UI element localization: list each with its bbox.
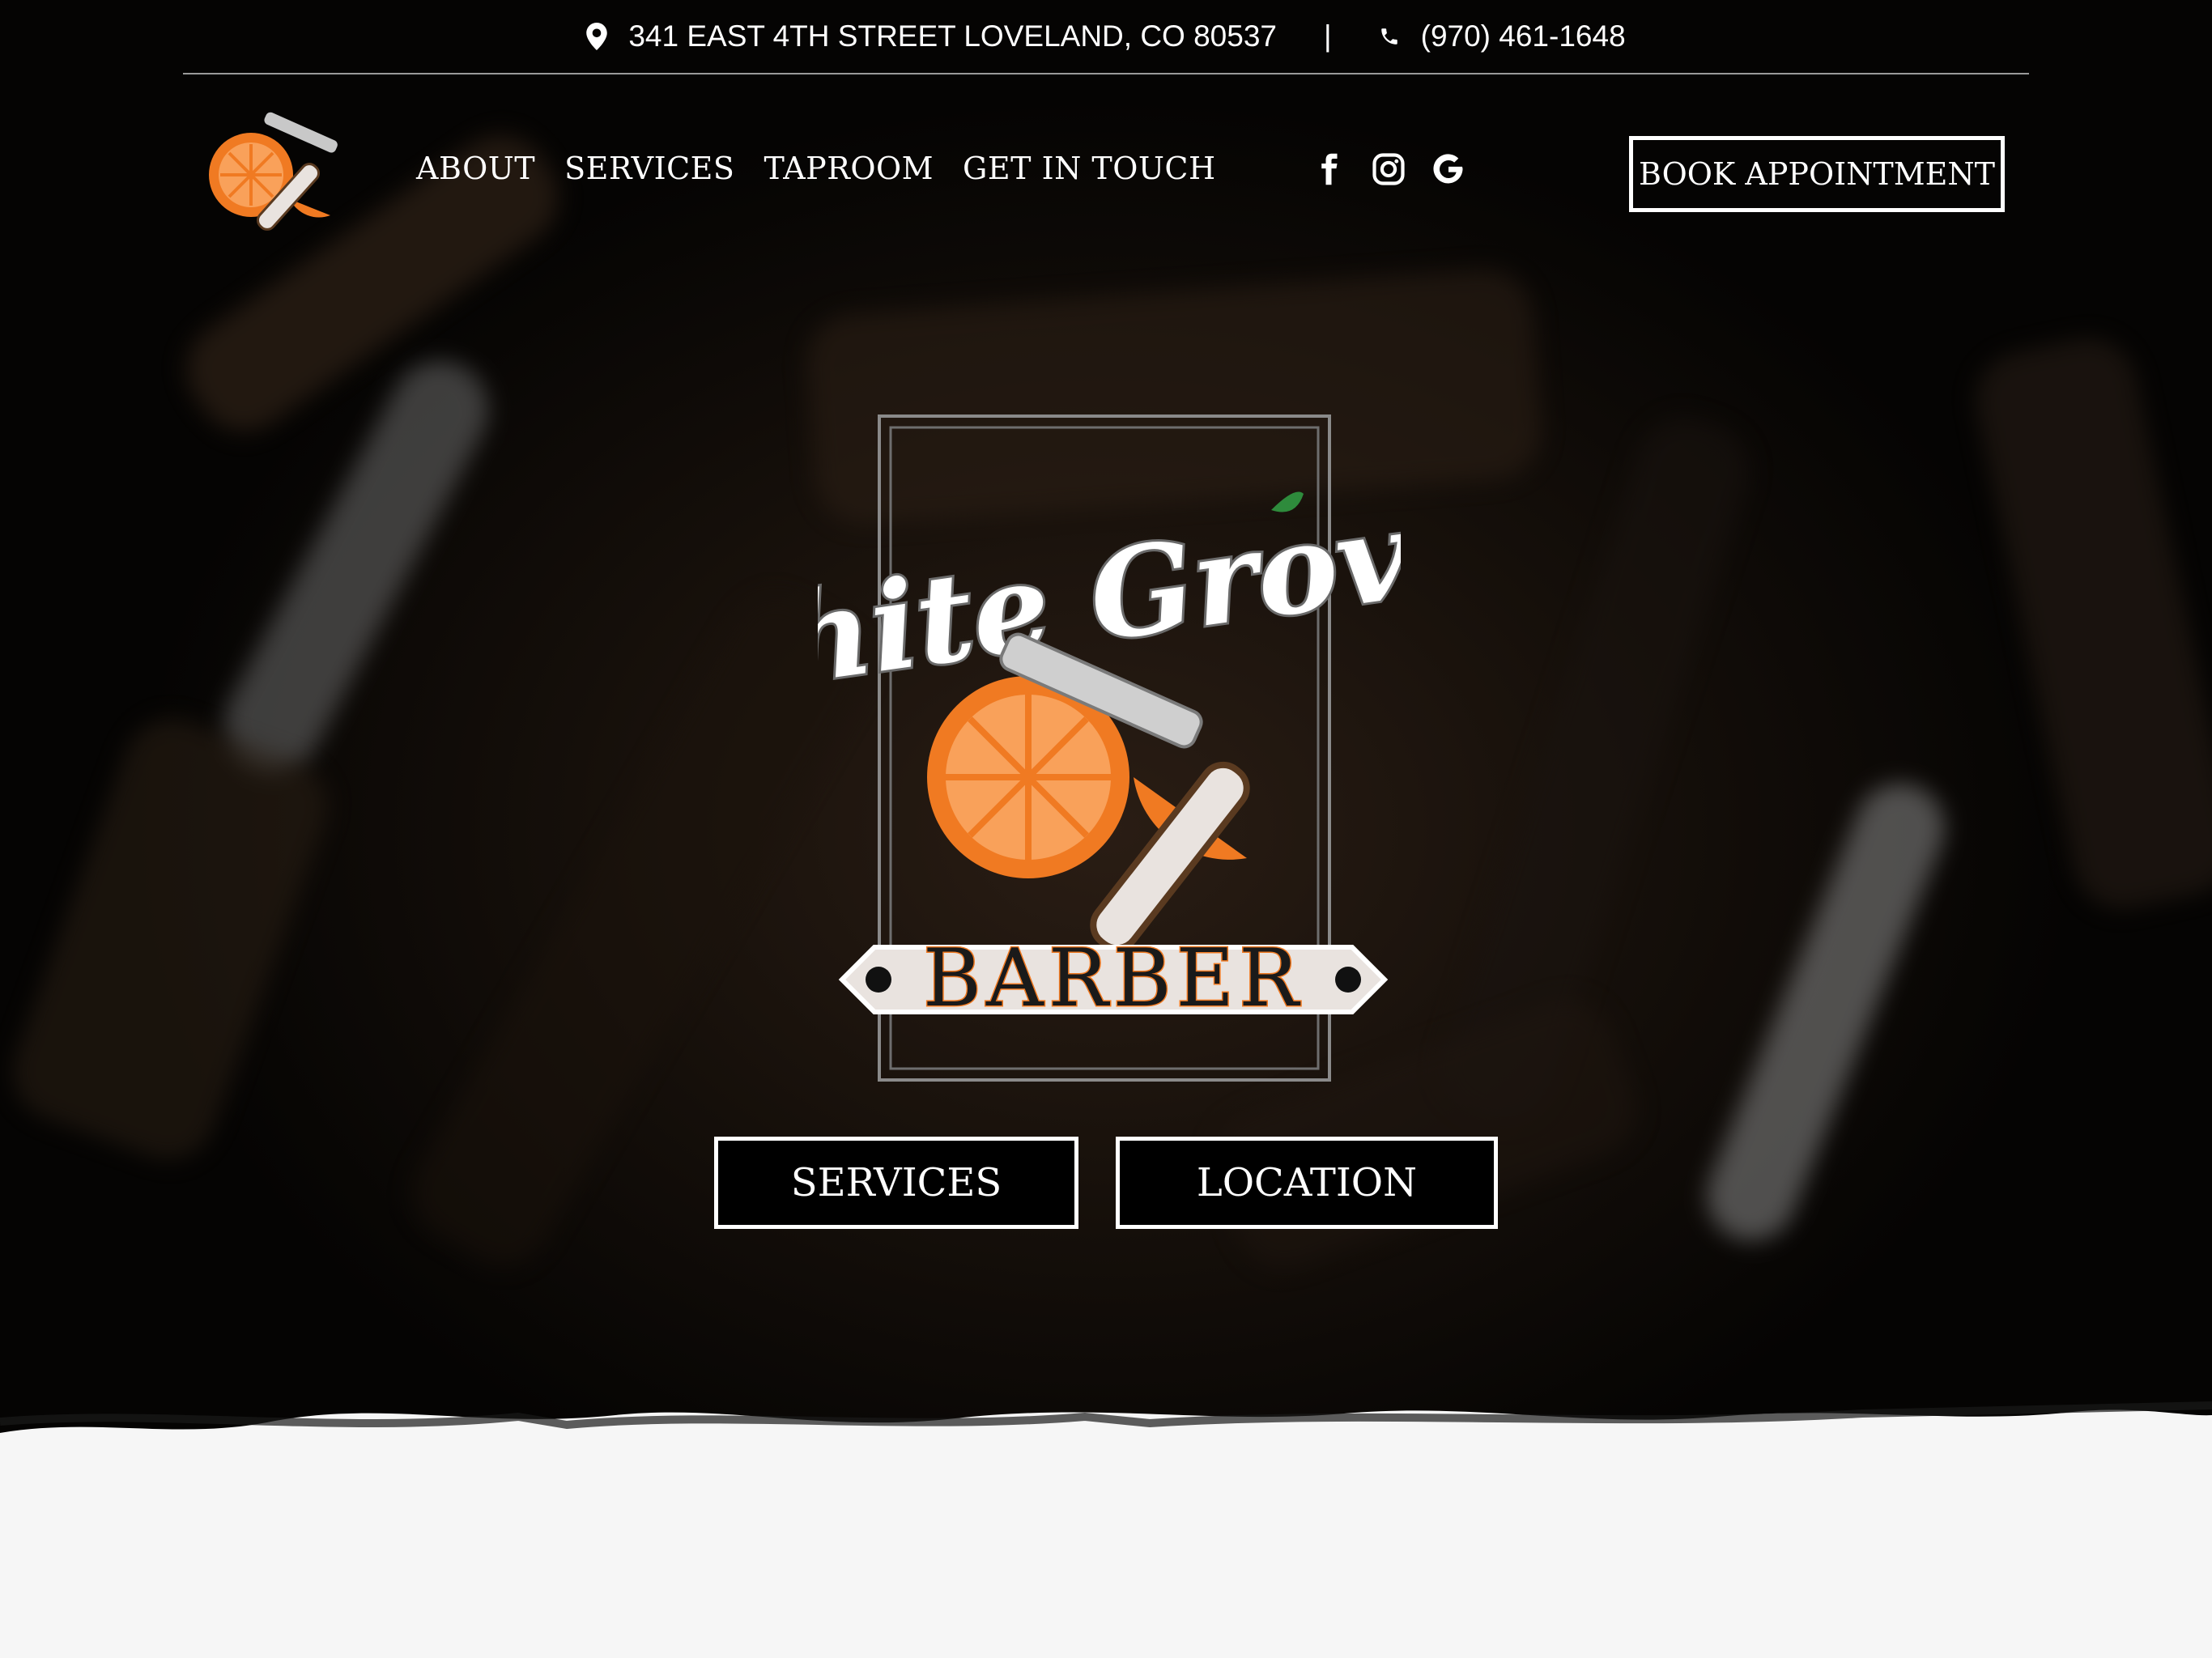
contact-separator: |: [1324, 19, 1332, 53]
google-icon[interactable]: [1431, 152, 1465, 186]
social-links: [1312, 152, 1465, 186]
facebook-icon[interactable]: [1312, 152, 1346, 186]
address-text: 341 EAST 4TH STREET LOVELAND, CO 80537: [628, 19, 1277, 53]
phone-item[interactable]: (970) 461-1648: [1379, 19, 1626, 53]
book-appointment-button[interactable]: BOOK APPOINTMENT: [1629, 136, 2005, 212]
address-item[interactable]: 341 EAST 4TH STREET LOVELAND, CO 80537: [586, 19, 1277, 53]
phone-text: (970) 461-1648: [1420, 19, 1626, 53]
location-button[interactable]: LOCATION: [1116, 1137, 1498, 1229]
nav-about[interactable]: ABOUT: [416, 151, 535, 186]
map-pin-icon: [586, 23, 608, 50]
phone-icon: [1380, 28, 1397, 45]
nav-get-in-touch[interactable]: GET IN TOUCH: [963, 151, 1216, 186]
contact-bar: 341 EAST 4TH STREET LOVELAND, CO 80537 |…: [183, 0, 2029, 74]
nav-taproom[interactable]: TAPROOM: [764, 151, 934, 186]
brush-divider: [0, 1401, 2212, 1658]
instagram-icon[interactable]: [1372, 152, 1406, 186]
logo-banner-text: BARBER: [923, 933, 1304, 1025]
hero-logo: White Groves BARBER: [818, 414, 1401, 1082]
nav-services[interactable]: SERVICES: [564, 151, 734, 186]
main-nav: ABOUT SERVICES TAPROOM GET IN TOUCH: [416, 151, 1216, 186]
site-logo[interactable]: [201, 110, 347, 232]
services-button[interactable]: SERVICES: [714, 1137, 1078, 1229]
